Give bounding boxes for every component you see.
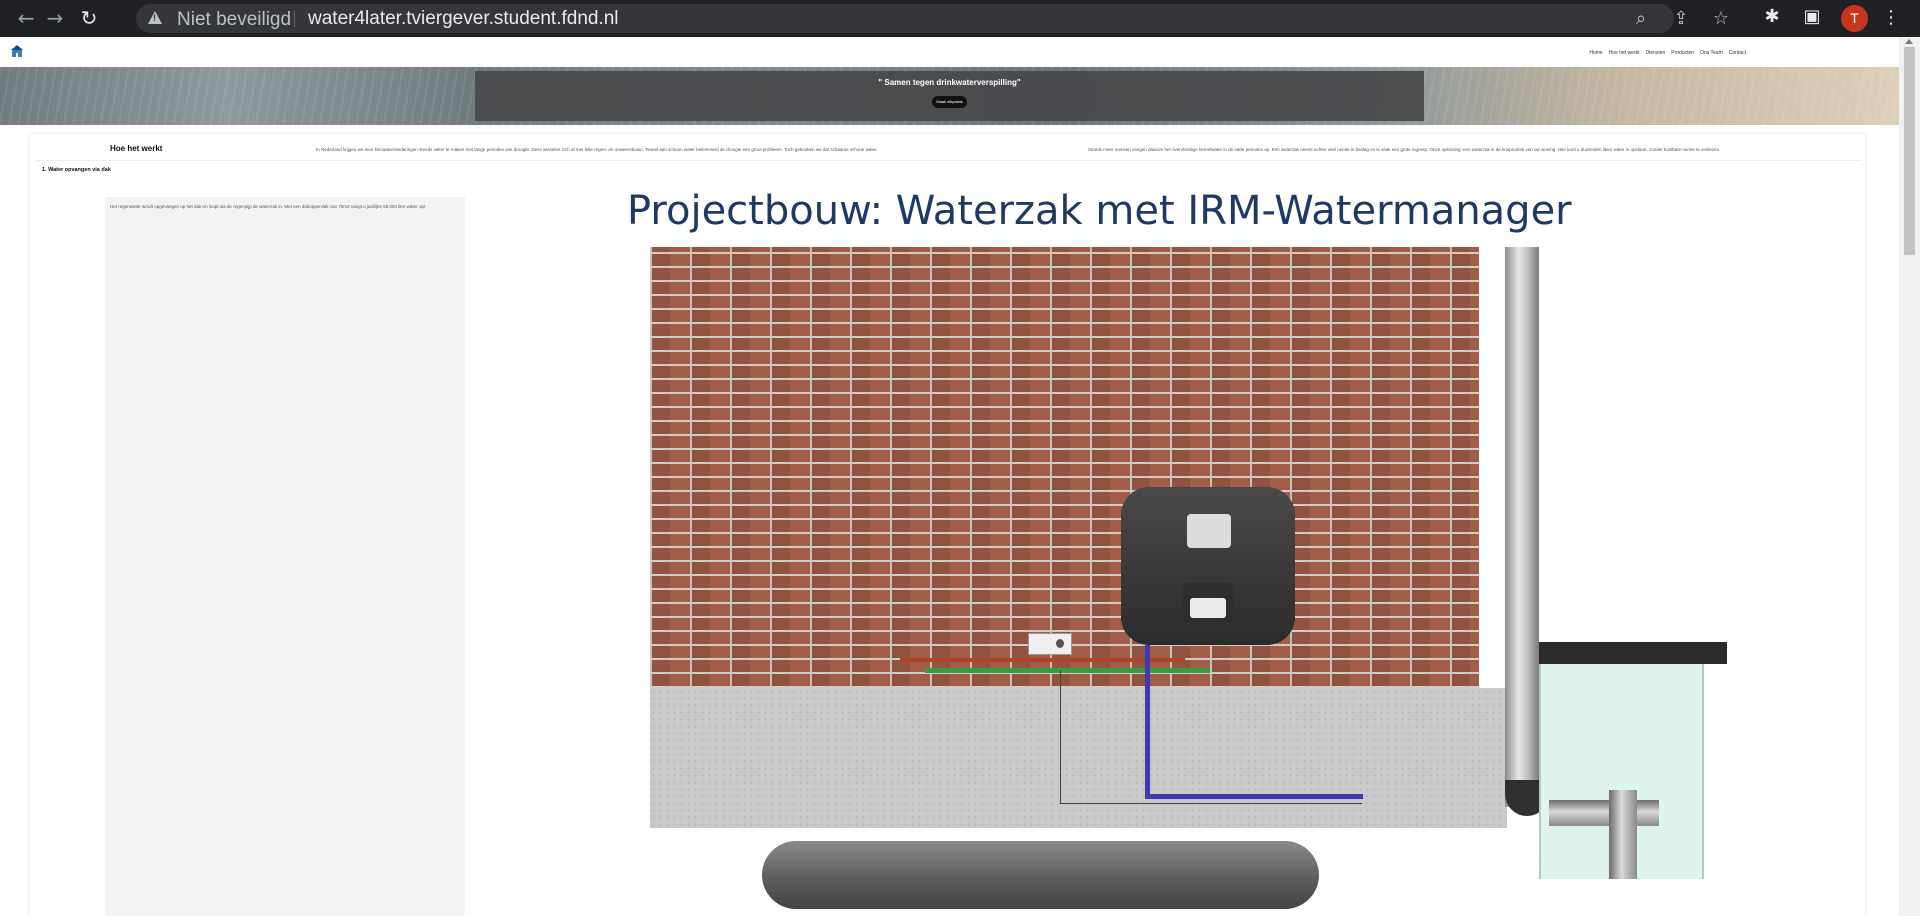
- socket-hole: [1056, 639, 1064, 648]
- cable-horizontal: [1060, 803, 1362, 804]
- star-icon[interactable]: ☆: [1710, 8, 1732, 30]
- warning-icon[interactable]: [148, 11, 162, 24]
- omnibox-divider: [294, 10, 295, 27]
- page-scrollbar[interactable]: [1899, 37, 1920, 916]
- menu-icon[interactable]: ⋮: [1882, 6, 1900, 30]
- blue-pipe-vertical: [1145, 645, 1150, 799]
- concrete-floor: [650, 688, 1507, 828]
- url-text[interactable]: water4later.tviergever.student.fdnd.nl: [308, 8, 619, 30]
- watermanager-connector: [1190, 598, 1226, 618]
- security-label[interactable]: Niet beveiligd: [177, 9, 291, 31]
- watermanager-unit: [1121, 487, 1295, 645]
- watermanager-display: [1187, 514, 1231, 548]
- share-icon[interactable]: ⇪: [1670, 8, 1692, 30]
- forward-icon[interactable]: →: [43, 6, 67, 30]
- profile-avatar[interactable]: T: [1841, 5, 1868, 32]
- cable-vertical: [1060, 670, 1061, 804]
- address-bar[interactable]: Niet beveiligd water4later.tviergever.st…: [136, 4, 1729, 33]
- zoom-icon[interactable]: ⌕: [1630, 8, 1652, 30]
- back-icon[interactable]: ←: [14, 6, 38, 30]
- tank-pipe-horizontal: [1549, 800, 1659, 826]
- scroll-up-icon[interactable]: [1905, 39, 1913, 44]
- blue-pipe-horizontal: [1145, 794, 1363, 799]
- scrollbar-thumb[interactable]: [1904, 47, 1915, 255]
- brick-wall: [650, 247, 1479, 688]
- page-viewport: Home Hoe het werkt Diensten Producten On…: [0, 37, 1899, 916]
- tank-pipe-vertical: [1609, 790, 1637, 879]
- browser-toolbar: ← → ↻ Niet beveiligd water4later.tvierge…: [0, 0, 1920, 37]
- side-panel-icon[interactable]: ▣: [1801, 6, 1823, 28]
- green-pipe: [925, 668, 1210, 673]
- red-pipe: [900, 658, 1185, 662]
- tank-lid: [1539, 642, 1727, 664]
- downpipe: [1505, 247, 1539, 807]
- reload-icon[interactable]: ↻: [77, 6, 101, 30]
- power-socket: [1028, 633, 1072, 655]
- water-bag: [762, 841, 1319, 909]
- diagram-title: Projectbouw: Waterzak met IRM-Watermanag…: [627, 188, 1572, 234]
- extensions-icon[interactable]: ✱: [1761, 6, 1783, 28]
- diagram-image: Projectbouw: Waterzak met IRM-Watermanag…: [0, 37, 1899, 916]
